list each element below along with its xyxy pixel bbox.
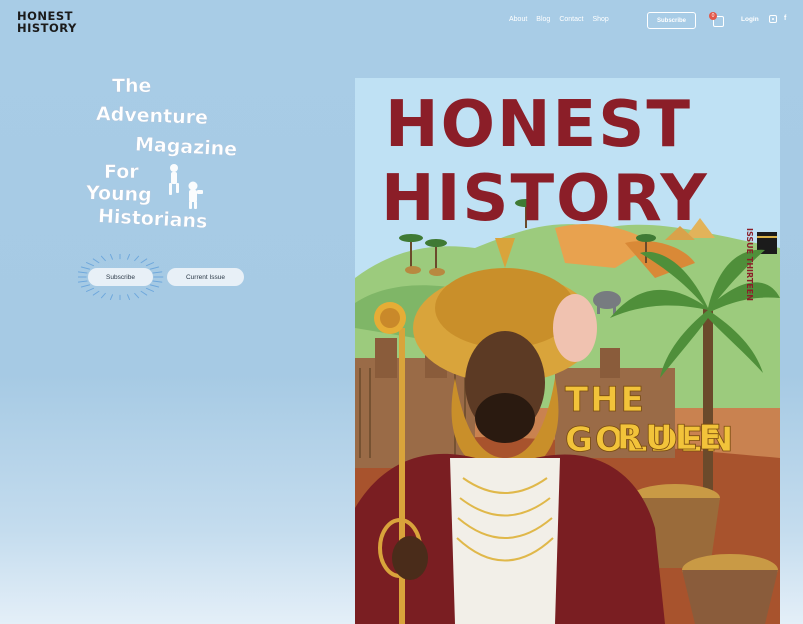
tagline-line-5: Young bbox=[85, 181, 153, 207]
burst-ray bbox=[152, 271, 163, 274]
burst-ray bbox=[149, 266, 160, 270]
nav-about[interactable]: About bbox=[509, 16, 527, 23]
burst-ray bbox=[100, 292, 106, 299]
burst-ray bbox=[134, 255, 140, 262]
burst-ray bbox=[92, 258, 100, 264]
burst-ray bbox=[109, 254, 113, 260]
main-nav: About Blog Contact Shop bbox=[509, 16, 609, 23]
burst-ray bbox=[127, 254, 131, 260]
cover-title-line-1: HONEST bbox=[385, 88, 692, 162]
burst-ray bbox=[85, 287, 95, 292]
cart-button[interactable]: 0 bbox=[709, 12, 725, 28]
burst-ray bbox=[78, 280, 88, 283]
instagram-icon[interactable] bbox=[769, 15, 777, 23]
burst-ray bbox=[149, 284, 160, 288]
burst-ray bbox=[80, 284, 91, 288]
nav-contact[interactable]: Contact bbox=[559, 16, 583, 23]
nav-shop[interactable]: Shop bbox=[592, 16, 608, 23]
burst-ray bbox=[140, 258, 148, 264]
burst-ray bbox=[80, 266, 91, 270]
burst-ray bbox=[100, 255, 106, 262]
tagline-line-3: Magazine bbox=[134, 133, 238, 161]
logo-line-2: HISTORY bbox=[17, 21, 77, 35]
login-link[interactable]: Login bbox=[741, 16, 759, 23]
nav-blog[interactable]: Blog bbox=[536, 16, 550, 23]
tagline-line-4: For bbox=[104, 161, 139, 183]
tagline-line-2: Adventure bbox=[95, 103, 209, 129]
burst-ray bbox=[140, 290, 148, 296]
social-links: f bbox=[769, 15, 786, 23]
burst-ray bbox=[92, 290, 100, 296]
burst-ray bbox=[109, 294, 113, 300]
burst-ray bbox=[78, 271, 88, 274]
burst-ray bbox=[85, 262, 95, 267]
site-logo[interactable]: HONEST HISTORY bbox=[17, 10, 77, 34]
tagline-line-1: The bbox=[112, 75, 152, 97]
facebook-icon[interactable]: f bbox=[784, 15, 786, 23]
hero-subscribe-button[interactable]: Subscribe bbox=[88, 268, 153, 286]
burst-ray bbox=[145, 262, 155, 267]
cover-title-line-2: HISTORY bbox=[381, 162, 709, 236]
header-subscribe-button[interactable]: Subscribe bbox=[647, 12, 696, 29]
cover-issue-label: ISSUE THIRTEEN bbox=[745, 228, 754, 301]
burst-ray bbox=[134, 292, 140, 299]
cart-count-badge: 0 bbox=[709, 12, 717, 20]
burst-ray bbox=[145, 287, 155, 292]
current-issue-button[interactable]: Current Issue bbox=[167, 268, 244, 286]
burst-ray bbox=[127, 294, 131, 300]
cover-headline-line-2: RULE bbox=[617, 418, 724, 459]
burst-ray bbox=[152, 280, 163, 283]
magazine-cover[interactable]: HONEST HISTORY ISSUE THIRTEEN THE GOLDEN… bbox=[355, 78, 780, 624]
kids-silhouette-illustration bbox=[169, 164, 203, 209]
